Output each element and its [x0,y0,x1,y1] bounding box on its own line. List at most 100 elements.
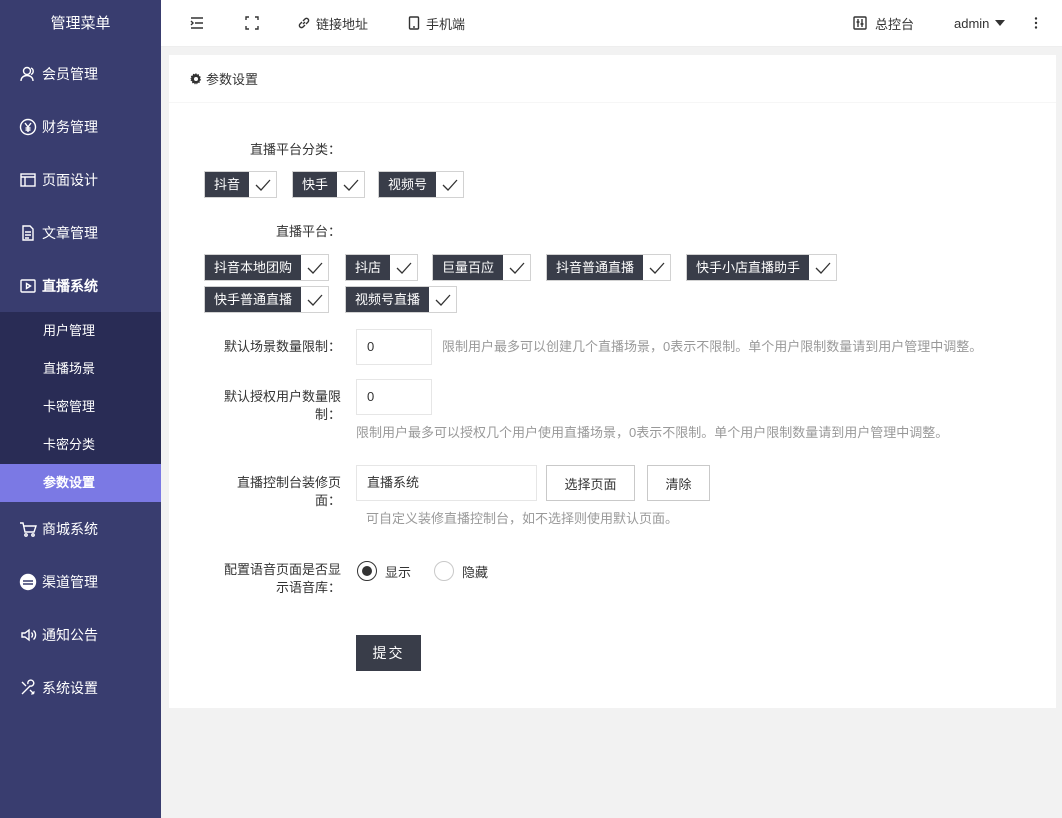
checkbox-label: 抖音本地团购 [205,255,302,280]
console-label: 总控台 [875,16,915,32]
radio-label: 隐藏 [462,564,489,580]
console-page-label-line2: 面： [314,493,341,508]
username: admin [954,15,990,31]
sidebar-item-label: 文章管理 [42,224,98,241]
speaker-icon [18,625,38,645]
auth-limit-input[interactable]: 0 [356,379,432,415]
sidebar-subitem-scenes[interactable]: 直播场景 [0,350,161,388]
sidebar-subitem-users[interactable]: 用户管理 [0,312,161,350]
tablet-icon [408,16,420,30]
checkbox-label: 快手小店直播助手 [687,255,810,280]
cart-icon [18,519,38,539]
sidebar-item-articles[interactable]: 文章管理 [0,206,161,259]
more-button[interactable] [1029,0,1043,47]
platform-doudian[interactable]: 抖店 [345,254,419,281]
radio-label: 显示 [385,564,412,580]
sidebar-item-notice[interactable]: 通知公告 [0,608,161,661]
sidebar-item-label: 通知公告 [42,626,98,643]
sidebar-item-page-design[interactable]: 页面设计 [0,153,161,206]
check-icon [301,287,328,312]
settings-card: 参数设置 直播平台分类： 抖音 快手 视频号 直播平台： 抖音本地团购 抖店 巨… [169,55,1056,708]
sidebar-item-label: 页面设计 [42,171,98,188]
voice-hide-radio[interactable]: 隐藏 [434,561,488,581]
sidebar-item-channel[interactable]: 渠道管理 [0,555,161,608]
fullscreen-icon [245,16,259,30]
mobile-label: 手机端 [426,16,466,32]
yen-icon [18,117,38,137]
radio-checked-icon [357,561,377,581]
console-page-label-line1: 直播控制台装修页 [236,475,341,490]
link-icon [298,17,310,29]
sidebar-item-mall[interactable]: 商城系统 [0,502,161,555]
platform-channels-live[interactable]: 视频号直播 [345,286,458,313]
check-icon [436,172,463,197]
sidebar-item-label: 渠道管理 [42,573,98,590]
checkbox-label: 快手普通直播 [205,287,302,312]
mobile-button[interactable]: 手机端 [407,0,465,47]
link-address-button[interactable]: 链接地址 [297,0,368,47]
check-icon [390,255,417,280]
sidebar-item-label: 系统设置 [42,679,98,696]
clear-button[interactable]: 清除 [647,465,710,501]
radio-unchecked-icon [434,561,454,581]
sidebar-item-label: 会员管理 [42,65,98,82]
voice-label: 配置语音页面是否显 示语音库： [199,561,341,597]
platform-douyin-live[interactable]: 抖音普通直播 [546,254,672,281]
checkbox-label: 快手 [293,172,338,197]
document-icon [18,223,38,243]
console-page-label: 直播控制台装修页 面： [199,474,341,510]
sidebar-item-finance[interactable]: 财务管理 [0,100,161,153]
tools-icon [18,678,38,698]
check-icon [429,287,456,312]
console-icon [853,16,867,30]
platform-kuaishou-shop[interactable]: 快手小店直播助手 [686,254,838,281]
sidebar-subitem-cards[interactable]: 卡密管理 [0,388,161,426]
check-icon [503,255,530,280]
collapse-menu-button[interactable] [190,0,204,47]
console-button[interactable]: 总控台 [853,0,914,47]
checkbox-label: 视频号 [379,172,437,197]
select-page-button[interactable]: 选择页面 [546,465,635,501]
scene-limit-label: 默认场景数量限制： [223,339,341,354]
check-icon [337,172,364,197]
check-icon [249,172,276,197]
submit-button[interactable]: 提交 [356,635,421,671]
sidebar: 管理菜单 会员管理 财务管理 页面设计 文章管理 直播系统 用户管理 直播场景 … [0,0,161,818]
platform-category-kuaishou[interactable]: 快手 [292,171,366,198]
platform-juliang[interactable]: 巨量百应 [432,254,532,281]
user-icon [18,64,38,84]
voice-label-line2: 示语音库： [275,580,341,595]
checkbox-label: 抖音普通直播 [547,255,644,280]
console-page-input[interactable]: 直播系统 [356,465,537,501]
platform-douyin-local[interactable]: 抖音本地团购 [204,254,330,281]
fullscreen-button[interactable] [245,0,259,47]
live-icon [18,276,38,296]
user-menu[interactable]: admin [954,0,1006,47]
auth-limit-label-line2: 制： [314,407,341,422]
sidebar-item-label: 商城系统 [42,520,98,537]
auth-limit-label-line1: 默认授权用户数量限 [223,389,341,404]
platform-category-douyin[interactable]: 抖音 [204,171,278,198]
scene-limit-input[interactable]: 0 [356,329,432,365]
sidebar-item-label: 财务管理 [42,118,98,135]
channel-icon [18,572,38,592]
sidebar-item-live[interactable]: 直播系统 [0,259,161,312]
layout-icon [18,170,38,190]
indent-icon [190,17,203,29]
sidebar-subitem-card-categories[interactable]: 卡密分类 [0,426,161,464]
sidebar-item-member[interactable]: 会员管理 [0,47,161,100]
checkbox-label: 巨量百应 [433,255,504,280]
more-vertical-icon [1034,17,1038,29]
sidebar-subitem-settings[interactable]: 参数设置 [0,464,161,502]
card-title: 参数设置 [206,72,259,87]
check-icon [643,255,670,280]
auth-limit-hint: 限制用户最多可以授权几个用户使用直播场景，0表示不限制。单个用户限制数量请到用户… [356,425,949,440]
check-icon [301,255,328,280]
voice-show-radio[interactable]: 显示 [357,561,411,581]
platform-kuaishou-live[interactable]: 快手普通直播 [204,286,330,313]
platform-category-channels[interactable]: 视频号 [378,171,465,198]
checkbox-label: 抖店 [346,255,391,280]
platform-category-label: 直播平台分类： [249,142,341,157]
caret-down-icon [995,20,1006,26]
sidebar-item-system[interactable]: 系统设置 [0,661,161,714]
